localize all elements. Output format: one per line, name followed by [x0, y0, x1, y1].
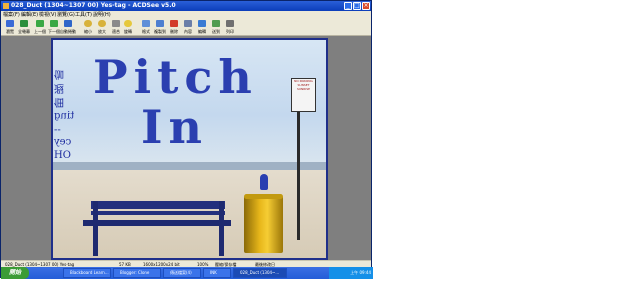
menu-file[interactable]: 檔案(F): [3, 11, 20, 19]
print-icon: [226, 20, 234, 27]
side-text-1: 伽: [54, 68, 64, 79]
trash-can: [244, 196, 283, 253]
bench-backrest: [91, 201, 225, 209]
task-blackboard[interactable]: Blackboard Learn...: [63, 268, 111, 278]
delete-icon: [170, 20, 178, 27]
rotate-icon: [124, 20, 132, 27]
rotate-button[interactable]: 旋轉: [121, 20, 135, 35]
app-icon: [3, 3, 9, 9]
image-sea: [53, 162, 326, 170]
taskbar: 開始 Blackboard Learn... Blogger: Clone 傳送…: [1, 267, 373, 279]
task-transfer[interactable]: 傳送檔案(4): [163, 268, 201, 278]
bench-leg-right: [219, 201, 224, 256]
bird-silhouette: [260, 174, 268, 190]
menu-edit[interactable]: 編輯(E): [21, 11, 38, 19]
bench-leg-left: [93, 201, 98, 256]
print-button[interactable]: 列印: [223, 20, 237, 35]
maximize-button[interactable]: □: [353, 2, 361, 10]
sign-pole: [297, 112, 300, 240]
close-button[interactable]: ×: [362, 2, 370, 10]
auto-scroll-icon: [64, 20, 72, 27]
side-text-3: 佃: [54, 96, 64, 107]
auto-scroll-button[interactable]: 自動捲動: [60, 20, 76, 35]
edit-icon: [198, 20, 206, 27]
toolbar: 瀏覽 全螢幕 上一個 下一個 自動捲動 縮小 放大 適合 旋轉 格式 複製到 刪…: [1, 19, 371, 36]
image-title-pitch: Pitch: [93, 50, 258, 104]
arrow-right-icon: [50, 20, 58, 27]
start-button[interactable]: 開始: [1, 267, 29, 279]
title-bar[interactable]: 028_Duct (1304~1307 00) Yes-tag - ACDSee…: [1, 1, 371, 11]
menu-browse[interactable]: 瀏覽(G): [57, 11, 75, 19]
fullscreen-icon: [20, 20, 28, 27]
menu-help[interactable]: 說明(H): [93, 11, 111, 19]
image-title-in: In: [141, 100, 208, 154]
side-text-7: HO: [54, 150, 71, 161]
format-icon: [142, 20, 150, 27]
fullscreen-button[interactable]: 全螢幕: [17, 20, 31, 35]
trash-can-rim: [244, 194, 283, 199]
zoom-in-icon: [98, 20, 106, 27]
side-text-4: ɓuᴉʇ: [54, 110, 75, 121]
image-viewer[interactable]: 伽 遐 佃 ɓuᴉʇ -- ʎǝɔ HO Pitch In NO PARKING…: [1, 36, 371, 261]
task-acdsee[interactable]: 028_Duct (1304~...: [233, 268, 287, 278]
side-text-6: ʎǝɔ: [54, 136, 72, 147]
zoom-out-icon: [84, 20, 92, 27]
task-ink[interactable]: INK: [203, 268, 231, 278]
menu-bar: 檔案(F) 編輯(E) 檢視(V) 瀏覽(G) 工具(T) 說明(H): [1, 11, 371, 19]
fit-icon: [112, 20, 120, 27]
send-icon: [212, 20, 220, 27]
window-title: 028_Duct (1304~1307 00) Yes-tag - ACDSee…: [11, 2, 176, 9]
browse-icon: [6, 20, 14, 27]
minimize-button[interactable]: _: [344, 2, 352, 10]
menu-tools[interactable]: 工具(T): [75, 11, 92, 19]
bench-seat: [83, 220, 231, 226]
parking-sign: NO PARKING SUNSET SUNRISE: [291, 78, 316, 112]
menu-view[interactable]: 檢視(V): [39, 11, 56, 19]
system-tray-clock[interactable]: 上午 09:44: [329, 267, 373, 279]
copy-icon: [156, 20, 164, 27]
side-text-2: 遐: [54, 82, 64, 93]
bench-backrest-lower: [91, 211, 225, 215]
task-blogger[interactable]: Blogger: Clone: [113, 268, 161, 278]
acdsee-window: 028_Duct (1304~1307 00) Yes-tag - ACDSee…: [0, 0, 373, 279]
side-text-5: --: [54, 124, 61, 135]
properties-icon: [184, 20, 192, 27]
displayed-image: 伽 遐 佃 ɓuᴉʇ -- ʎǝɔ HO Pitch In NO PARKING…: [51, 38, 328, 261]
arrow-left-icon: [36, 20, 44, 27]
